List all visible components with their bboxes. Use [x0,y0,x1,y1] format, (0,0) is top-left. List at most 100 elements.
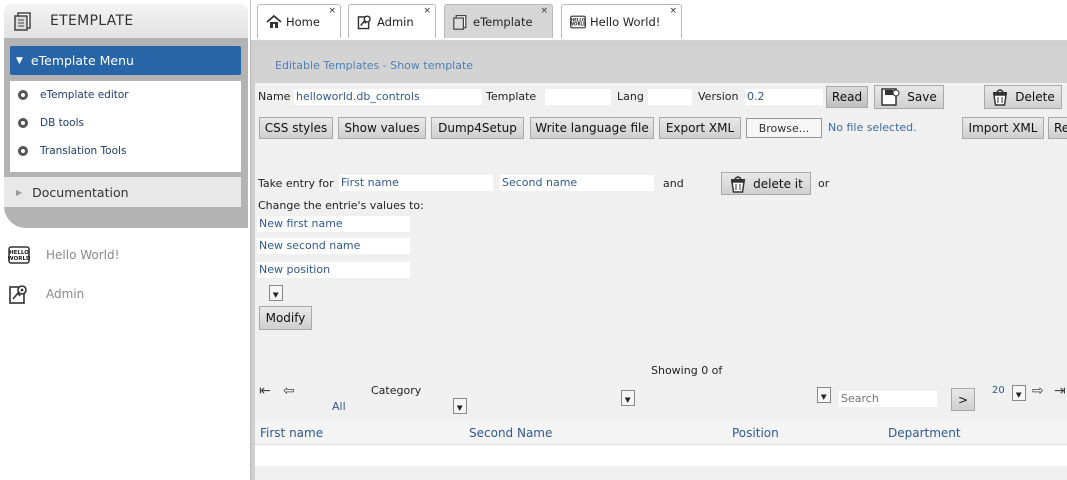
documentation-label: Documentation [32,184,129,200]
sidebar-link-label: Admin [46,287,85,301]
menu-item-translation-tools[interactable]: Translation Tools [10,137,241,165]
trash-icon [729,175,747,193]
close-icon[interactable]: × [328,6,336,16]
table-row [255,444,1067,466]
bullet-icon [18,90,28,100]
column-position[interactable]: Position [732,426,779,440]
save-button[interactable]: Save [874,85,944,109]
tab-home[interactable]: Home × [257,4,341,38]
etemplate-menu-header[interactable]: ▼ eTemplate Menu [10,46,241,75]
filter-select[interactable] [621,390,635,406]
button-label: > [957,392,969,407]
write-language-file-button[interactable]: Write language file [530,117,654,139]
export-xml-button[interactable]: Export XML [659,117,741,139]
page-size-value: 20 [992,385,1005,396]
tab-bar: Home × Admin × eTemplate × HELLO WORLD He… [250,0,1067,40]
change-values-label: Change the entrie's values to: [258,199,424,212]
column-second-name[interactable]: Second Name [469,426,552,440]
second-name-input[interactable]: Second name [500,175,654,191]
breadcrumb[interactable]: Editable Templates - Show template [255,47,1067,83]
column-department[interactable]: Department [888,426,961,440]
svg-text:WORLD: WORLD [570,21,586,26]
tab-label: Admin [377,14,414,29]
button-label: Re [1054,121,1067,135]
name-input[interactable]: helloworld.db_controls [294,89,482,105]
tab-etemplate[interactable]: eTemplate × [444,4,553,38]
button-label: Write language file [535,121,649,135]
bullet-icon [18,118,28,128]
modify-button[interactable]: Modify [259,306,312,330]
close-icon[interactable]: × [423,6,431,16]
collapsed-triangle-icon: ▶ [16,187,23,197]
tab-label: eTemplate [473,14,533,29]
browse-button[interactable]: Browse... [746,118,822,138]
main-area: Home × Admin × eTemplate × HELLO WORLD He… [250,0,1067,480]
dump4setup-button[interactable]: Dump4Setup [431,117,524,139]
sidebar-link-admin[interactable]: Admin [8,283,84,305]
next-page-icon[interactable]: ⇨ [1032,383,1044,399]
read-button[interactable]: Read [826,86,868,108]
import-xml-button[interactable]: Import XML [962,117,1044,139]
lang-input[interactable] [648,89,692,105]
app-header[interactable]: ETEMPLATE [4,4,248,38]
category-value[interactable]: All [332,400,346,413]
or-label: or [818,177,830,190]
read-button-label: Read [831,90,863,104]
etemplate-icon [453,14,469,30]
filter2-select[interactable] [817,387,831,403]
tab-admin[interactable]: Admin × [348,4,436,38]
etemplate-icon [12,9,36,33]
column-first-name[interactable]: First name [260,426,323,440]
prev-page-icon[interactable]: ⇦ [283,383,295,399]
menu-item-label: Translation Tools [40,145,127,157]
delete-button-label: Delete [1015,90,1055,104]
file-status: No file selected. [828,121,917,134]
menu-item-db-tools[interactable]: DB tools [10,109,241,137]
show-values-button[interactable]: Show values [338,117,426,139]
template-input[interactable] [545,89,611,105]
hello-world-icon: HELLO WORLD [570,14,586,30]
close-icon[interactable]: × [540,6,548,16]
name-label: Name [258,90,291,103]
menu-title: eTemplate Menu [30,53,134,68]
save-icon [881,88,901,106]
lang-label: Lang [617,90,644,103]
save-button-label: Save [907,90,937,104]
version-input[interactable]: 0.2 [745,89,823,105]
button-label: delete it [753,176,803,191]
search-go-button[interactable]: > [951,388,975,411]
button-label: Dump4Setup [438,121,517,135]
css-styles-button[interactable]: CSS styles [259,117,333,139]
last-page-icon[interactable]: ⇥ [1054,383,1066,399]
admin-icon [357,14,373,30]
menu-list: eTemplate editor DB tools Translation To… [10,81,241,172]
documentation-header[interactable]: ▶ Documentation [4,177,241,207]
button-label: Modify [265,311,306,325]
search-input[interactable] [839,391,937,407]
template-label: Template [486,90,537,103]
menu-item-etemplate-editor[interactable]: eTemplate editor [10,81,241,109]
more-button[interactable]: Re [1048,117,1067,139]
page-size-select[interactable] [1012,385,1026,401]
trash-icon [991,88,1009,106]
button-label: Browse... [758,121,810,135]
department-select[interactable] [269,285,283,301]
close-icon[interactable]: × [669,6,677,16]
delete-button[interactable]: Delete [984,85,1062,109]
new-first-name-input[interactable]: New first name [257,216,410,232]
category-label: Category [371,384,422,397]
menu-item-label: eTemplate editor [40,89,129,101]
first-page-icon[interactable]: ⇤ [259,383,271,399]
button-label: CSS styles [264,121,328,135]
delete-it-button[interactable]: delete it [721,172,811,195]
button-label: Import XML [968,121,1038,135]
new-second-name-input[interactable]: New second name [257,238,410,254]
category-select[interactable] [453,398,467,414]
sidebar-link-label: Hello World! [46,248,120,262]
tab-hello-world[interactable]: HELLO WORLD Hello World! × [561,4,682,38]
showing-count: Showing 0 of [651,364,723,377]
sidebar-link-hello-world[interactable]: HELLO WORLD Hello World! [8,244,119,266]
new-position-input[interactable]: New position [257,262,410,278]
first-name-input[interactable]: First name [339,175,493,191]
bullet-icon [18,146,28,156]
